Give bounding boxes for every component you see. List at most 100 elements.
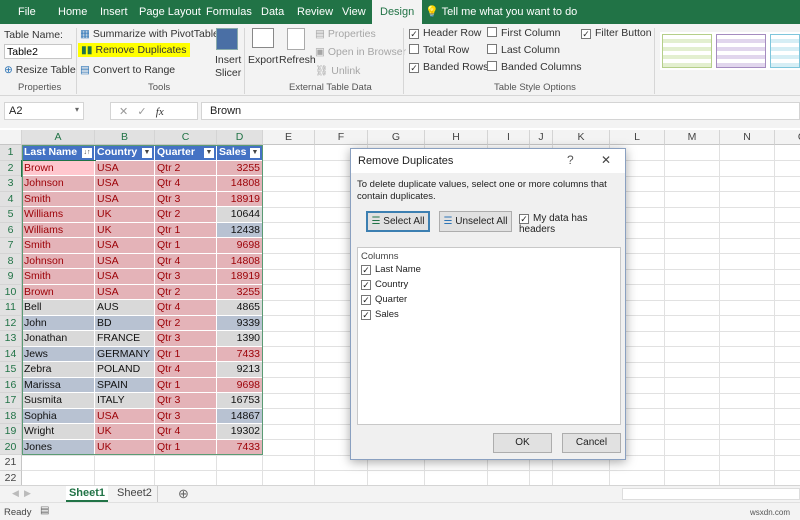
column-header-M[interactable]: M	[665, 130, 720, 145]
table-cell[interactable]: 14808	[217, 176, 263, 192]
table-cell[interactable]: Qtr 4	[155, 253, 217, 269]
table-cell[interactable]: Smith	[22, 238, 95, 254]
row-header-2[interactable]: 2	[0, 160, 22, 176]
table-cell[interactable]: AUS	[95, 300, 155, 316]
table-cell[interactable]: Qtr 4	[155, 362, 217, 378]
scroll-tabs-right-icon[interactable]: ▶	[24, 488, 31, 499]
horizontal-scrollbar[interactable]	[622, 488, 800, 500]
row-header-22[interactable]: 22	[0, 470, 22, 486]
table-cell[interactable]: 3255	[217, 160, 263, 176]
tab-file[interactable]: File	[18, 0, 36, 24]
column-checkbox[interactable]: ✓ Sales	[361, 309, 399, 320]
table-style-purple[interactable]	[716, 34, 766, 68]
table-cell[interactable]: John	[22, 315, 95, 331]
cancel-icon[interactable]: ✕	[119, 106, 128, 118]
table-cell[interactable]: Jonathan	[22, 331, 95, 347]
table-cell[interactable]: Qtr 3	[155, 331, 217, 347]
row-header-1[interactable]: 1	[0, 145, 22, 161]
macro-recording-icon[interactable]: ▤	[40, 505, 49, 516]
table-cell[interactable]: 19302	[217, 424, 263, 440]
table-styles-gallery[interactable]	[660, 32, 800, 70]
has-headers-checkbox[interactable]: ✓ My data has headers	[519, 213, 625, 235]
table-cell[interactable]: Smith	[22, 191, 95, 207]
resize-table-button[interactable]: ⊕ Resize Table	[4, 64, 76, 76]
table-cell[interactable]: 10644	[217, 207, 263, 223]
row-header-18[interactable]: 18	[0, 408, 22, 424]
column-header-N[interactable]: N	[720, 130, 775, 145]
table-cell[interactable]: Qtr 2	[155, 284, 217, 300]
row-header-20[interactable]: 20	[0, 439, 22, 455]
column-header-H[interactable]: H	[425, 130, 488, 145]
table-name-input[interactable]	[4, 44, 72, 59]
sheet-tab-sheet2[interactable]: Sheet2	[112, 486, 158, 502]
tab-page-layout[interactable]: Page Layout	[139, 0, 201, 24]
table-style-blue[interactable]	[770, 34, 800, 68]
tab-home[interactable]: Home	[58, 0, 87, 24]
column-header-K[interactable]: K	[553, 130, 610, 145]
table-cell[interactable]: Zebra	[22, 362, 95, 378]
table-cell[interactable]: USA	[95, 253, 155, 269]
table-cell[interactable]: 14808	[217, 253, 263, 269]
column-checkbox[interactable]: ✓ Last Name	[361, 264, 421, 275]
table-cell[interactable]: Johnson	[22, 176, 95, 192]
table-cell[interactable]: USA	[95, 284, 155, 300]
table-cell[interactable]: Qtr 3	[155, 191, 217, 207]
tab-review[interactable]: Review	[297, 0, 333, 24]
tab-data[interactable]: Data	[261, 0, 284, 24]
column-header-F[interactable]: F	[315, 130, 368, 145]
column-header-O[interactable]: O	[775, 130, 800, 145]
row-header-13[interactable]: 13	[0, 331, 22, 347]
table-cell[interactable]: Qtr 1	[155, 377, 217, 393]
row-header-12[interactable]: 12	[0, 315, 22, 331]
convert-range-button[interactable]: ▤ Convert to Range	[80, 64, 175, 76]
table-cell[interactable]: 14867	[217, 408, 263, 424]
column-checkbox[interactable]: ✓ Quarter	[361, 294, 407, 305]
row-header-19[interactable]: 19	[0, 424, 22, 440]
table-cell[interactable]: Smith	[22, 269, 95, 285]
table-cell[interactable]: Williams	[22, 207, 95, 223]
filter-dropdown-icon[interactable]: ▼	[204, 148, 214, 158]
filter-button-checkbox[interactable]: ✓ Filter Button	[581, 27, 652, 39]
table-cell[interactable]: UK	[95, 222, 155, 238]
tab-view[interactable]: View	[342, 0, 366, 24]
table-cell[interactable]: USA	[95, 191, 155, 207]
table-cell[interactable]: Johnson	[22, 253, 95, 269]
column-header-G[interactable]: G	[368, 130, 425, 145]
tab-formulas[interactable]: Formulas	[206, 0, 252, 24]
table-cell[interactable]: Qtr 2	[155, 315, 217, 331]
table-cell[interactable]: 9213	[217, 362, 263, 378]
table-cell[interactable]: USA	[95, 408, 155, 424]
table-style-green[interactable]	[662, 34, 712, 68]
table-header-cell[interactable]: Sales ▼	[217, 145, 263, 161]
table-cell[interactable]: FRANCE	[95, 331, 155, 347]
table-cell[interactable]: POLAND	[95, 362, 155, 378]
table-cell[interactable]: 1390	[217, 331, 263, 347]
table-cell[interactable]: 12438	[217, 222, 263, 238]
table-cell[interactable]: 18919	[217, 191, 263, 207]
table-cell[interactable]: Qtr 1	[155, 222, 217, 238]
table-cell[interactable]: UK	[95, 207, 155, 223]
column-header-C[interactable]: C	[155, 130, 217, 145]
row-header-14[interactable]: 14	[0, 346, 22, 362]
select-all-corner[interactable]	[0, 130, 22, 145]
table-cell[interactable]: USA	[95, 269, 155, 285]
table-cell[interactable]: 9698	[217, 238, 263, 254]
column-header-B[interactable]: B	[95, 130, 155, 145]
cancel-button[interactable]: Cancel	[562, 433, 621, 453]
table-cell[interactable]: Williams	[22, 222, 95, 238]
column-header-D[interactable]: D	[217, 130, 263, 145]
close-button[interactable]: ✕	[601, 153, 611, 167]
table-cell[interactable]: Sophia	[22, 408, 95, 424]
summarize-pivot-button[interactable]: ▦ Summarize with PivotTable	[80, 28, 219, 40]
table-cell[interactable]: 16753	[217, 393, 263, 409]
table-cell[interactable]: SPAIN	[95, 377, 155, 393]
table-cell[interactable]: Qtr 3	[155, 269, 217, 285]
name-box[interactable]: A2 ▾	[4, 102, 84, 120]
table-cell[interactable]: Qtr 1	[155, 238, 217, 254]
help-button[interactable]: ?	[567, 153, 574, 167]
column-header-A[interactable]: A	[22, 130, 95, 145]
enter-icon[interactable]: ✓	[137, 106, 146, 118]
formula-input[interactable]: Brown	[201, 102, 800, 120]
row-header-3[interactable]: 3	[0, 176, 22, 192]
filter-dropdown-icon[interactable]: ▼	[142, 148, 152, 158]
